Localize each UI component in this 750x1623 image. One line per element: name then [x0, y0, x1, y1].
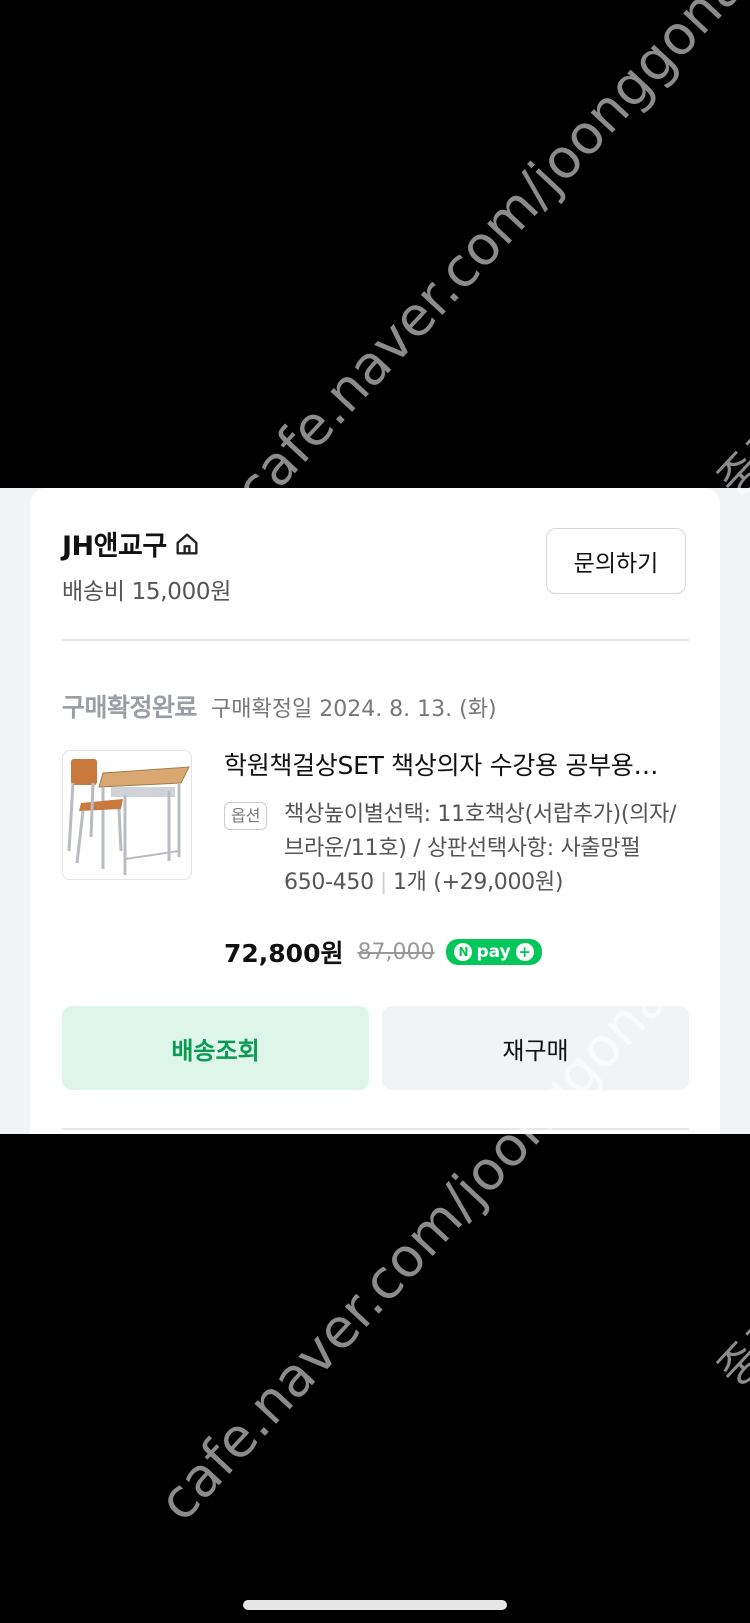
- confirm-date: 구매확정일 2024. 8. 13. (화): [211, 697, 497, 722]
- track-delivery-button[interactable]: 배송조회: [62, 1006, 369, 1090]
- original-price: 87,000: [357, 939, 435, 965]
- npay-n-icon: N: [454, 943, 473, 961]
- product-title[interactable]: 학원책걸상SET 책상의자 수강용 공부용 책상 의자: [224, 746, 664, 782]
- divider: [62, 1128, 689, 1130]
- rebuy-button[interactable]: 재구매: [382, 1006, 689, 1090]
- order-status: 구매확정완료: [62, 693, 198, 722]
- quantity: 1개 (+29,000원): [392, 870, 564, 895]
- npay-plus-badge: N pay +: [446, 939, 542, 965]
- option-details: 책상높이별선택: 11호책상(서랍추가)(의자/브라운/11호) / 상판선택사…: [284, 798, 679, 900]
- watermark: 중고: [708, 1303, 750, 1398]
- order-status-row: 구매확정완료 구매확정일 2024. 8. 13. (화): [62, 688, 497, 724]
- option-tag: 옵션: [224, 802, 268, 830]
- separator: |: [379, 870, 387, 895]
- price-row: 72,800원 87,000 N pay +: [224, 934, 542, 970]
- seller-name[interactable]: JH앤교구: [62, 524, 167, 563]
- plus-icon: +: [515, 943, 534, 961]
- home-indicator[interactable]: [243, 1600, 507, 1610]
- seller-row[interactable]: JH앤교구: [62, 524, 201, 563]
- order-panel: JH앤교구 배송비 15,000원 문의하기 구매확정완료 구매확정일 2024…: [0, 488, 750, 1134]
- price: 72,800원: [224, 939, 344, 968]
- watermark: cafe.naver.com/joonggonara: [222, 0, 750, 521]
- order-card: JH앤교구 배송비 15,000원 문의하기 구매확정완료 구매확정일 2024…: [30, 488, 720, 1134]
- shipping-fee: 배송비 15,000원: [62, 579, 232, 605]
- inquiry-button[interactable]: 문의하기: [546, 528, 686, 594]
- product-thumbnail[interactable]: [62, 750, 192, 880]
- desk-chair-image: [67, 759, 190, 875]
- home-icon[interactable]: [173, 530, 201, 558]
- divider: [62, 639, 689, 641]
- npay-label: pay: [476, 942, 511, 962]
